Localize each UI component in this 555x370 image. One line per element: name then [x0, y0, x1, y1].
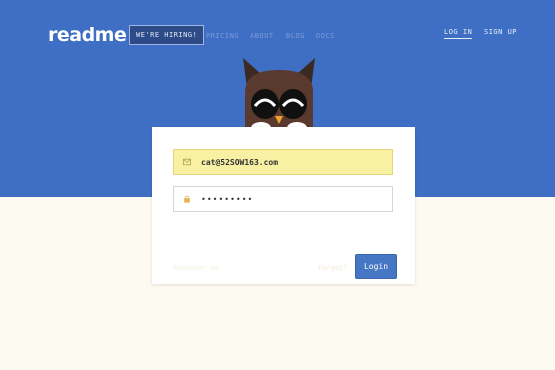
email-value: cat@52SOW163.com — [201, 157, 279, 167]
nav-blog[interactable]: BLOG — [286, 27, 305, 45]
nav-about[interactable]: ABOUT — [250, 27, 274, 45]
readme-logo[interactable]: readme — [48, 24, 127, 46]
remember-me-checkbox[interactable]: Remember me — [173, 264, 219, 272]
forgot-password-link[interactable]: Forgot? — [318, 264, 348, 272]
nav-hiring[interactable]: WE'RE HIRING! — [129, 25, 205, 45]
signup-link[interactable]: SIGN UP — [484, 28, 517, 36]
email-field[interactable]: cat@52SOW163.com — [173, 149, 393, 175]
password-field[interactable]: ••••••••• — [173, 186, 393, 212]
envelope-icon — [183, 158, 191, 166]
nav-pricing[interactable]: PRICING — [206, 27, 239, 45]
login-link[interactable]: LOG IN — [444, 28, 473, 39]
login-button[interactable]: Login — [355, 254, 397, 279]
lock-icon — [184, 195, 190, 203]
owl-mascot-icon — [243, 58, 315, 134]
password-value: ••••••••• — [201, 194, 254, 204]
nav-docs[interactable]: DOCS — [316, 27, 335, 45]
